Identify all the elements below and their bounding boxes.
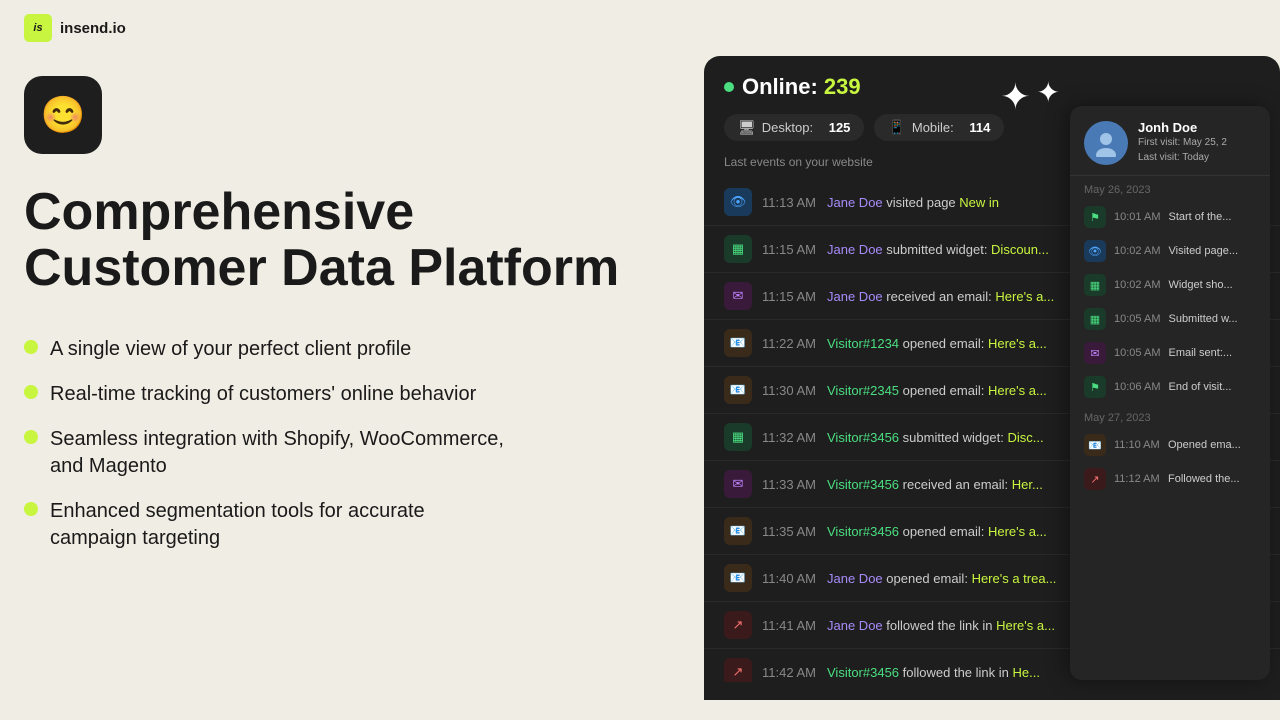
desktop-icon: 🖥 bbox=[738, 119, 756, 136]
mobile-badge: 📱 Mobile: 114 bbox=[874, 114, 1004, 141]
feature-item: Enhanced segmentation tools for accurate… bbox=[24, 498, 674, 552]
eye-icon: 👁 bbox=[1084, 240, 1106, 262]
profile-header: Jonh Doe First visit: May 25, 2 Last vis… bbox=[1070, 106, 1270, 176]
link-icon: ↗ bbox=[724, 658, 752, 682]
avatar bbox=[1084, 121, 1128, 165]
date-separator: May 27, 2023 bbox=[1070, 404, 1270, 428]
feature-text: A single view of your perfect client pro… bbox=[50, 336, 411, 363]
feature-item: Real-time tracking of customers' online … bbox=[24, 381, 674, 408]
widget-icon: ▦ bbox=[1084, 274, 1106, 296]
main-content: 😊 Comprehensive Customer Data Platform A… bbox=[0, 56, 1280, 720]
email-icon: ✉ bbox=[724, 470, 752, 498]
mail-open-icon: 📧 bbox=[724, 329, 752, 357]
bullet-icon bbox=[24, 502, 38, 516]
followed-link-icon: ↗ bbox=[1084, 468, 1106, 490]
date-separator: May 26, 2023 bbox=[1070, 176, 1270, 200]
mail-open-icon: 📧 bbox=[724, 517, 752, 545]
detail-event-row: ✉ 10:05 AM Email sent:... bbox=[1070, 336, 1270, 370]
feature-item: Seamless integration with Shopify, WooCo… bbox=[24, 426, 674, 480]
profile-name: Jonh Doe bbox=[1138, 120, 1227, 135]
online-status: Online: 239 bbox=[742, 74, 861, 100]
app-icon: 😊 bbox=[24, 76, 102, 154]
brand-name: insend.io bbox=[60, 20, 126, 37]
feature-text: Real-time tracking of customers' online … bbox=[50, 381, 476, 408]
widget-icon: ▦ bbox=[724, 423, 752, 451]
detail-event-row: ▦ 10:05 AM Submitted w... bbox=[1070, 302, 1270, 336]
bullet-icon bbox=[24, 340, 38, 354]
dashboard: ✦ ✦ Online: 239 🖥 Desktop: 125 bbox=[704, 56, 1280, 700]
eye-icon: 👁 bbox=[724, 188, 752, 216]
detail-event-row: ▦ 10:02 AM Widget sho... bbox=[1070, 268, 1270, 302]
detail-event-row: ⚑ 10:01 AM Start of the... bbox=[1070, 200, 1270, 234]
email-sent-icon: ✉ bbox=[1084, 342, 1106, 364]
widget-submit-icon: ▦ bbox=[1084, 308, 1106, 330]
logo-icon: is bbox=[24, 14, 52, 42]
desktop-badge: 🖥 Desktop: 125 bbox=[724, 114, 864, 141]
opened-email-icon: 📧 bbox=[1084, 434, 1106, 456]
bullet-icon bbox=[24, 385, 38, 399]
hero-title: Comprehensive Customer Data Platform bbox=[24, 184, 674, 296]
email-icon: ✉ bbox=[724, 282, 752, 310]
feature-item: A single view of your perfect client pro… bbox=[24, 336, 674, 363]
features-list: A single view of your perfect client pro… bbox=[24, 336, 674, 552]
feature-text: Seamless integration with Shopify, WooCo… bbox=[50, 426, 504, 480]
header: is insend.io bbox=[0, 0, 1280, 56]
online-dot-icon bbox=[724, 82, 734, 92]
profile-meta: First visit: May 25, 2 Last visit: Today bbox=[1138, 135, 1227, 165]
mail-open-icon: 📧 bbox=[724, 376, 752, 404]
link-icon: ↗ bbox=[724, 611, 752, 639]
mail-open-icon: 📧 bbox=[724, 564, 752, 592]
flag-icon: ⚑ bbox=[1084, 206, 1106, 228]
detail-event-row: ⚑ 10:06 AM End of visit... bbox=[1070, 370, 1270, 404]
end-visit-icon: ⚑ bbox=[1084, 376, 1106, 398]
right-panel: ✦ ✦ Online: 239 🖥 Desktop: 125 bbox=[704, 56, 1256, 700]
mobile-icon: 📱 bbox=[888, 119, 905, 136]
detail-panel: Jonh Doe First visit: May 25, 2 Last vis… bbox=[1070, 106, 1270, 680]
detail-event-row: 📧 11:10 AM Opened ema... bbox=[1070, 428, 1270, 462]
bullet-icon bbox=[24, 430, 38, 444]
widget-icon: ▦ bbox=[724, 235, 752, 263]
detail-event-row: ↗ 11:12 AM Followed the... bbox=[1070, 462, 1270, 496]
detail-event-row: 👁 10:02 AM Visited page... bbox=[1070, 234, 1270, 268]
profile-info: Jonh Doe First visit: May 25, 2 Last vis… bbox=[1138, 120, 1227, 165]
left-panel: 😊 Comprehensive Customer Data Platform A… bbox=[24, 56, 704, 700]
feature-text: Enhanced segmentation tools for accurate… bbox=[50, 498, 425, 552]
